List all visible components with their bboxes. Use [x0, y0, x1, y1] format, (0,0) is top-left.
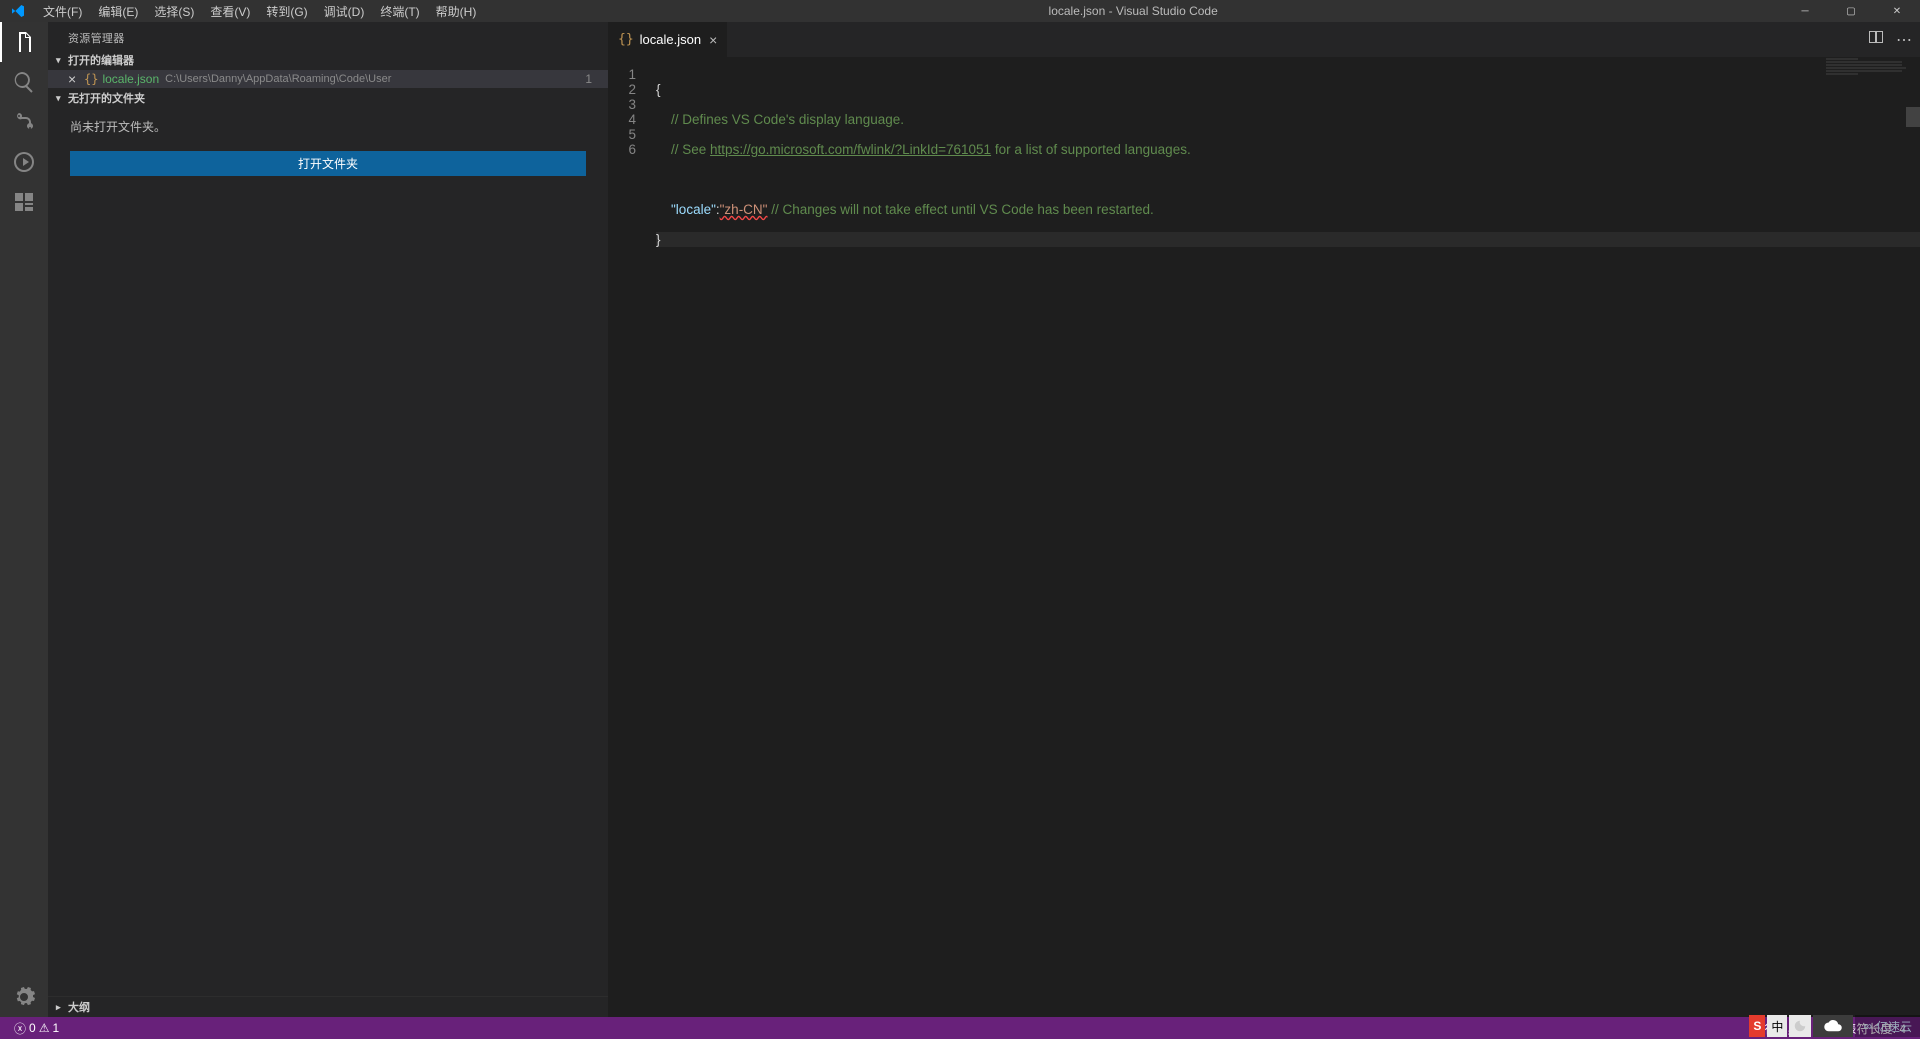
- open-editor-filename: locale.json: [102, 72, 159, 86]
- activity-scm[interactable]: [0, 102, 48, 142]
- activity-search[interactable]: [0, 62, 48, 102]
- ime-sogou-icon[interactable]: S: [1749, 1015, 1765, 1037]
- status-bar: ⓧ0 ⚠1 行 6，列 2 制表符长度: 4: [0, 1017, 1920, 1039]
- menu-bar: 文件(F) 编辑(E) 选择(S) 查看(V) 转到(G) 调试(D) 终端(T…: [35, 3, 484, 20]
- open-folder-button[interactable]: 打开文件夹: [70, 151, 586, 176]
- no-folder-label: 无打开的文件夹: [68, 90, 145, 106]
- menu-file[interactable]: 文件(F): [35, 3, 90, 20]
- chevron-right-icon: ▸: [56, 1002, 68, 1013]
- tab-actions: ⋯: [1860, 22, 1920, 57]
- activity-explorer[interactable]: [0, 22, 48, 62]
- open-editors-label: 打开的编辑器: [68, 52, 134, 68]
- open-editor-item[interactable]: × {} locale.json C:\Users\Danny\AppData\…: [48, 70, 608, 88]
- sidebar-explorer: 资源管理器 ▾ 打开的编辑器 × {} locale.json C:\Users…: [48, 22, 608, 1017]
- menu-terminal[interactable]: 终端(T): [372, 3, 427, 20]
- window-title: locale.json - Visual Studio Code: [484, 4, 1782, 18]
- editor-tabs: {} locale.json × ⋯: [608, 22, 1920, 57]
- activity-settings[interactable]: [0, 977, 48, 1017]
- scrollbar-thumb[interactable]: [1906, 107, 1920, 127]
- tab-close-icon[interactable]: ×: [709, 32, 717, 48]
- minimize-button[interactable]: ─: [1782, 0, 1828, 22]
- json-file-icon: {}: [618, 32, 634, 47]
- json-file-icon: {}: [84, 72, 98, 86]
- ime-language-indicator[interactable]: 中: [1767, 1015, 1787, 1037]
- outline-label: 大纲: [68, 999, 90, 1015]
- error-icon: ⓧ: [14, 1020, 26, 1037]
- activity-debug[interactable]: [0, 142, 48, 182]
- status-problems[interactable]: ⓧ0 ⚠1: [8, 1020, 65, 1037]
- menu-debug[interactable]: 调试(D): [316, 3, 373, 20]
- section-no-folder[interactable]: ▾ 无打开的文件夹: [48, 88, 608, 108]
- warning-icon: ⚠: [39, 1021, 50, 1035]
- ime-cloud-icon[interactable]: [1813, 1015, 1853, 1037]
- code-editor[interactable]: 1 2 3 4 5 6 { // Defines VS Code's displ…: [608, 57, 1920, 1017]
- editor-region: {} locale.json × ⋯ 1 2 3 4 5 6 { // Defi…: [608, 22, 1920, 1017]
- split-editor-icon[interactable]: [1868, 29, 1884, 50]
- watermark: ∞亿速云: [1855, 1015, 1920, 1037]
- editor-close-icon[interactable]: ×: [68, 71, 82, 87]
- activity-extensions[interactable]: [0, 182, 48, 222]
- open-editor-count: 1: [585, 72, 600, 86]
- menu-edit[interactable]: 编辑(E): [90, 3, 146, 20]
- line-gutter: 1 2 3 4 5 6: [608, 57, 648, 1017]
- ime-mode-icon[interactable]: [1789, 1015, 1811, 1037]
- tab-label: locale.json: [640, 32, 701, 47]
- activity-bar: [0, 22, 48, 1017]
- menu-selection[interactable]: 选择(S): [146, 3, 202, 20]
- window-controls: ─ ▢ ✕: [1782, 0, 1920, 22]
- menu-view[interactable]: 查看(V): [202, 3, 258, 20]
- minimap[interactable]: [1826, 57, 1906, 1017]
- menu-help[interactable]: 帮助(H): [428, 3, 485, 20]
- more-actions-icon[interactable]: ⋯: [1896, 30, 1912, 50]
- open-editor-path: C:\Users\Danny\AppData\Roaming\Code\User: [165, 73, 391, 85]
- main-area: 资源管理器 ▾ 打开的编辑器 × {} locale.json C:\Users…: [0, 22, 1920, 1017]
- section-open-editors[interactable]: ▾ 打开的编辑器: [48, 50, 608, 70]
- titlebar: 文件(F) 编辑(E) 选择(S) 查看(V) 转到(G) 调试(D) 终端(T…: [0, 0, 1920, 22]
- no-folder-message: 尚未打开文件夹。: [48, 108, 608, 145]
- code-content[interactable]: { // Defines VS Code's display language.…: [648, 57, 1920, 1017]
- vscode-logo-icon: [0, 3, 35, 19]
- menu-go[interactable]: 转到(G): [258, 3, 315, 20]
- maximize-button[interactable]: ▢: [1828, 0, 1874, 22]
- chevron-down-icon: ▾: [56, 55, 68, 66]
- close-button[interactable]: ✕: [1874, 0, 1920, 22]
- sidebar-title: 资源管理器: [48, 22, 608, 50]
- section-outline[interactable]: ▸ 大纲: [48, 997, 608, 1017]
- chevron-down-icon: ▾: [56, 93, 68, 104]
- system-tray-overlay: S 中 ∞亿速云: [1749, 1013, 1920, 1039]
- tab-locale-json[interactable]: {} locale.json ×: [608, 22, 728, 57]
